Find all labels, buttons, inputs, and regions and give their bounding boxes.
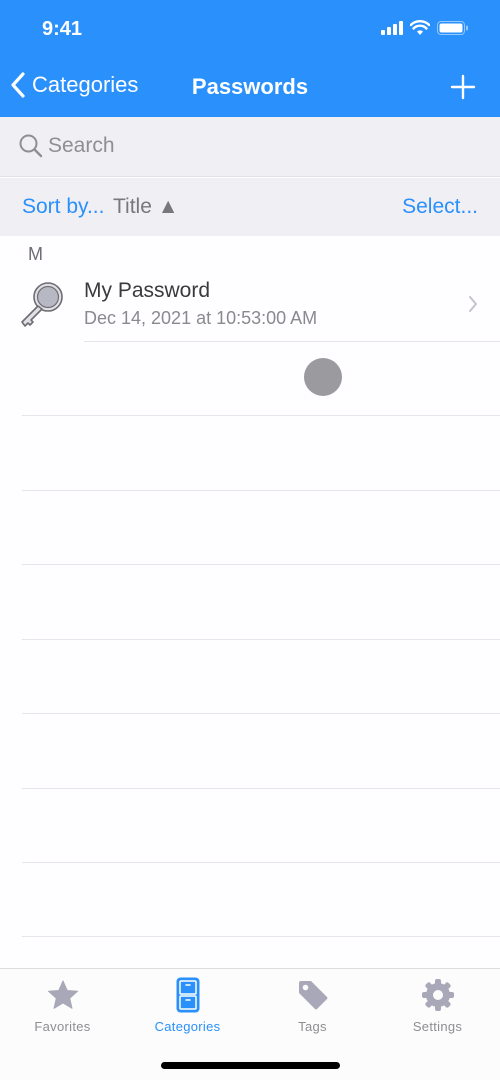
tab-label: Settings [412,1019,463,1034]
navigation-header: 9:41 Categories Passwords [0,0,500,117]
tab-tags[interactable]: Tags [250,977,375,1034]
row-separator [84,341,500,342]
tab-settings[interactable]: Settings [375,977,500,1034]
touch-indicator [304,358,342,396]
tag-icon [298,981,327,1010]
cellular-signal-icon [381,20,403,35]
row-separator [22,490,500,491]
page-title-text: Passwords [191,74,309,99]
select-button[interactable]: Select... [402,195,478,219]
row-separator [22,862,500,863]
add-button[interactable] [450,74,476,100]
row-separator [22,713,500,714]
item-date: Dec 14, 2021 at 10:53:00 AM [84,308,318,328]
page-title: Passwords [0,74,500,100]
search-input[interactable] [48,131,478,161]
sort-bar: Sort by... Title ▲ Select... [0,178,500,236]
chevron-right-icon [469,296,477,312]
row-separator [22,639,500,640]
row-separator [22,415,500,416]
star-icon [47,980,78,1009]
tab-favorites[interactable]: Favorites [0,977,125,1034]
section-header: M [28,244,43,264]
cabinet-icon [176,977,199,1013]
item-title: My Password [84,279,211,302]
tab-label: Tags [298,1019,327,1034]
row-separator [22,564,500,565]
sort-by-button[interactable]: Sort by... [22,195,104,219]
row-separator [22,936,500,937]
key-icon [21,282,63,327]
tab-label: Categories [154,1019,221,1034]
list-item[interactable]: My Password Dec 14, 2021 at 10:53:00 AM [0,270,500,341]
battery-icon [437,20,468,35]
status-time: 9:41 [42,18,83,40]
status-icons [381,20,468,35]
search-icon [19,134,43,158]
tab-label: Favorites [34,1019,91,1034]
gear-icon [421,979,454,1011]
wifi-icon [410,20,430,35]
row-separator [22,788,500,789]
search-bar [0,117,500,177]
home-indicator[interactable] [161,1062,340,1069]
plus-icon [450,74,476,100]
sort-field-value[interactable]: Title ▲ [113,195,179,219]
tab-categories[interactable]: Categories [125,977,250,1034]
